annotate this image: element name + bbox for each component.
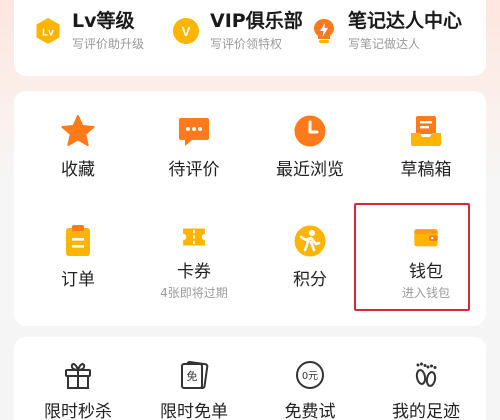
grid-item-label: 草稿箱 — [400, 160, 452, 180]
wallet-enter-link: 进入钱包 — [401, 286, 450, 300]
free-ticket-icon: 免 — [181, 360, 209, 390]
tool-label: 限时免单 — [160, 402, 228, 420]
grid-item-points[interactable]: 积分 — [254, 201, 366, 301]
gift-icon — [65, 363, 91, 389]
star-icon — [61, 115, 95, 146]
tool-label: 我的足迹 — [392, 402, 460, 420]
grid-item-pending-review[interactable]: 待评价 — [138, 91, 250, 191]
free-ticket-glyph: 免 — [187, 369, 198, 383]
tool-free-order[interactable]: 免 限时免单 — [138, 337, 250, 420]
vip-badge-text: V — [182, 24, 191, 39]
grid-item-coupons[interactable]: 卡券 4张即将过期 — [138, 201, 250, 301]
services-grid-card: 收藏 待评价 最近浏览 草稿箱 订单 卡券 4张即将过期 积分 钱包 进入钱包 — [14, 91, 486, 326]
member-title: VIP俱乐部 — [210, 10, 303, 32]
grid-item-drafts[interactable]: 草稿箱 — [370, 91, 482, 191]
tool-label: 限时秒杀 — [44, 402, 112, 420]
grid-item-wallet[interactable]: 钱包 进入钱包 — [370, 201, 482, 301]
activity-tools-card: 限时秒杀 免 限时免单 0元 免费试 我的足迹 — [14, 337, 486, 420]
wallet-icon — [414, 229, 438, 247]
comment-icon — [179, 118, 209, 146]
member-subtitle: 写笔记做达人 — [348, 37, 421, 51]
grid-item-label: 订单 — [61, 270, 95, 290]
member-subtitle: 写评价领特权 — [210, 37, 283, 51]
tool-my-footprints[interactable]: 我的足迹 — [370, 337, 482, 420]
tool-free-trial[interactable]: 0元 免费试 — [254, 337, 366, 420]
member-vip-club[interactable]: V VIP俱乐部 写评价领特权 — [172, 0, 303, 62]
draft-box-icon — [411, 116, 441, 146]
member-title: Lv等级 — [72, 10, 135, 32]
lv-badge-icon: Lv — [36, 18, 60, 44]
ticket-icon — [183, 228, 205, 246]
points-icon — [294, 225, 326, 257]
membership-card: Lv Lv等级 写评价助升级 V VIP俱乐部 写评价领特权 笔记达人中心 写笔… — [14, 0, 486, 76]
footprints-icon — [415, 362, 437, 387]
tool-label: 免费试 — [284, 402, 336, 420]
member-title: 笔记达人中心 — [348, 10, 463, 32]
vip-badge-icon: V — [173, 18, 199, 44]
grid-item-orders[interactable]: 订单 — [22, 201, 134, 301]
member-subtitle: 写评价助升级 — [72, 37, 145, 51]
grid-item-label: 积分 — [293, 270, 327, 290]
grid-item-label: 收藏 — [61, 160, 95, 180]
lv-badge-text: Lv — [42, 28, 54, 39]
lightbulb-badge-icon — [314, 19, 334, 43]
free-trial-glyph: 0元 — [302, 371, 318, 382]
grid-item-label: 卡券 — [177, 262, 211, 282]
free-trial-icon: 0元 — [296, 361, 324, 389]
grid-item-favorites[interactable]: 收藏 — [22, 91, 134, 191]
grid-item-recent-views[interactable]: 最近浏览 — [254, 91, 366, 191]
order-icon — [66, 225, 90, 256]
grid-item-label: 最近浏览 — [276, 160, 344, 180]
tool-flash-sale[interactable]: 限时秒杀 — [22, 337, 134, 420]
member-lv-level[interactable]: Lv Lv等级 写评价助升级 — [34, 0, 144, 62]
clock-icon — [294, 115, 326, 147]
member-note-expert-center[interactable]: 笔记达人中心 写笔记做达人 — [310, 0, 462, 62]
grid-item-label: 待评价 — [168, 160, 220, 180]
coupon-expiry-note: 4张即将过期 — [160, 286, 228, 300]
grid-item-label: 钱包 — [409, 262, 443, 282]
